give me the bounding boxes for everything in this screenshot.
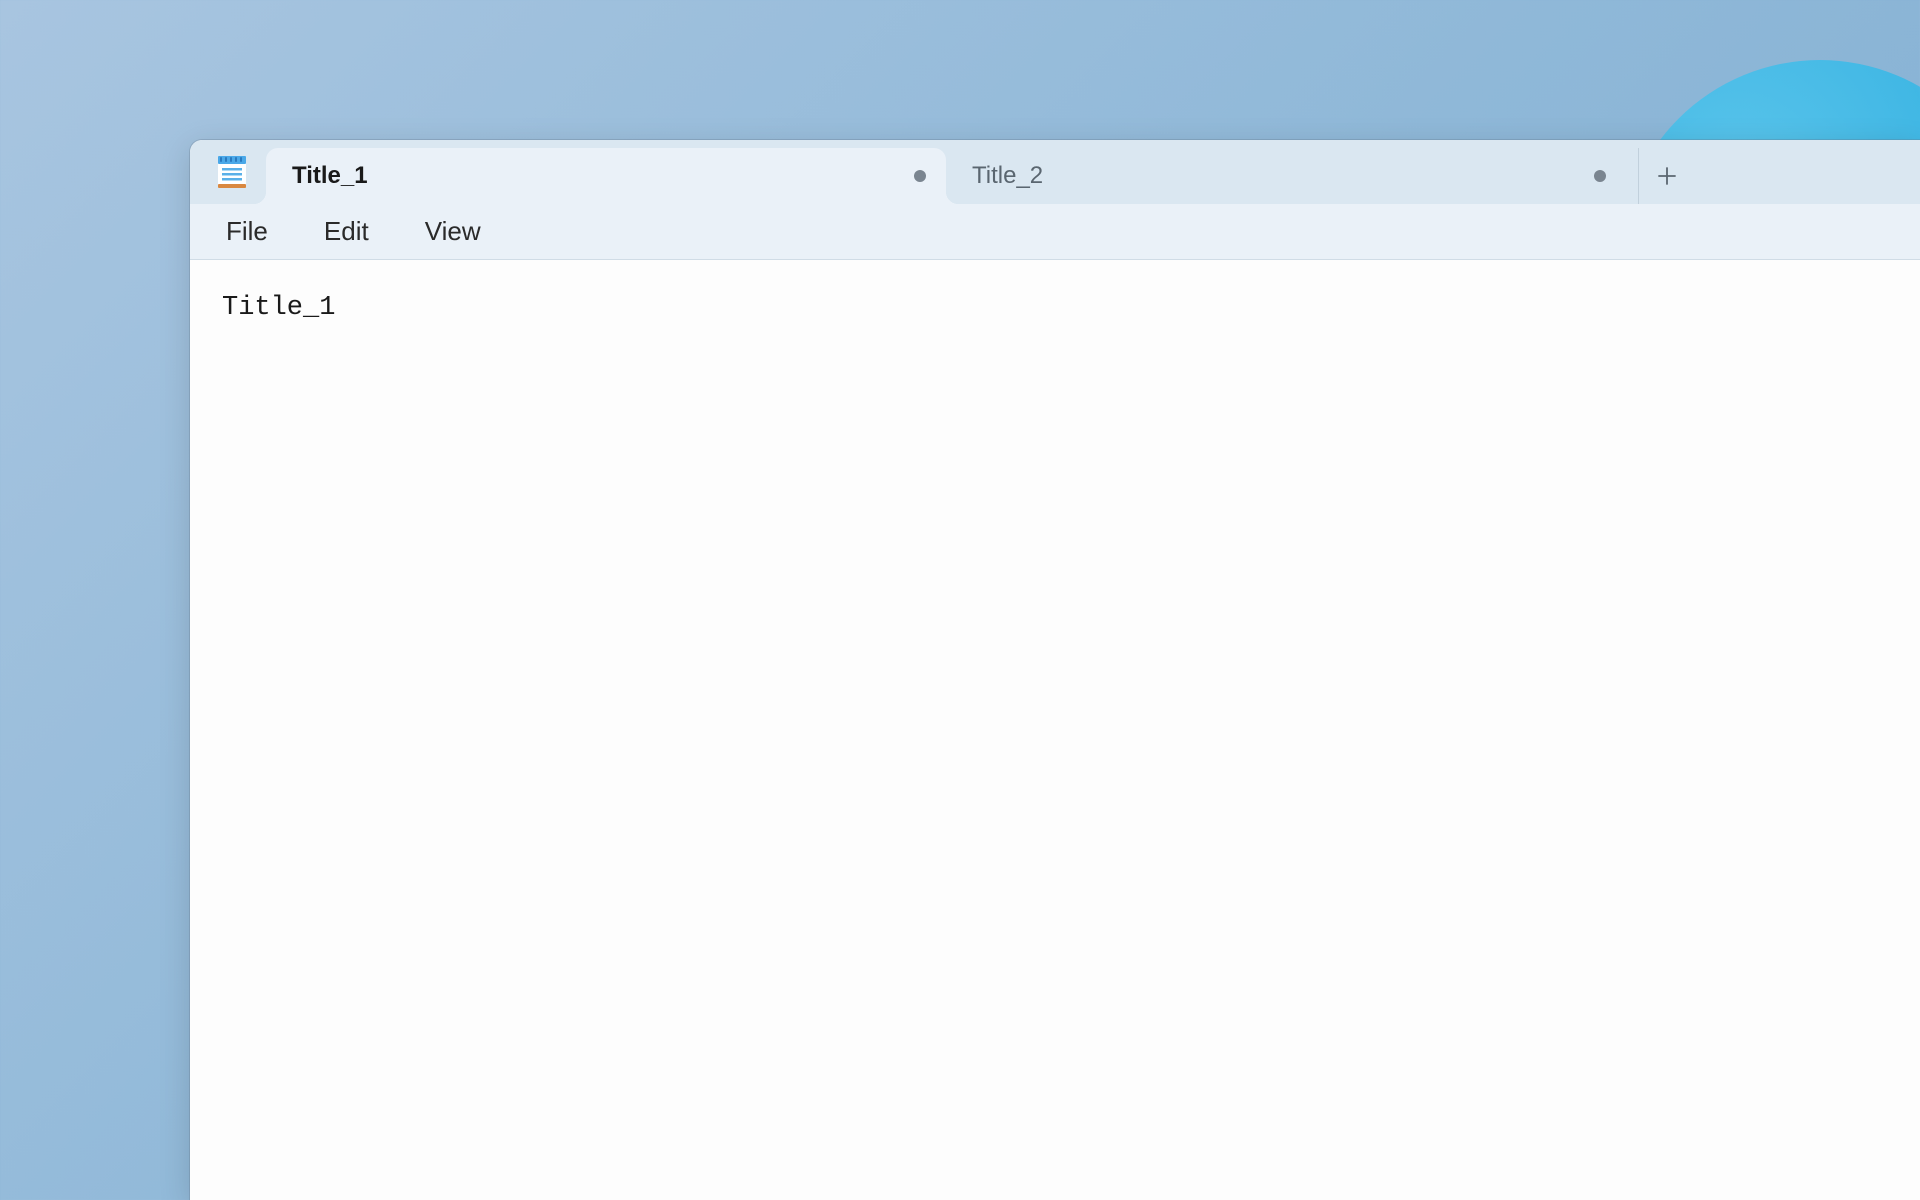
tab-2[interactable]: Title_2	[946, 148, 1626, 204]
tab-1[interactable]: Title_1	[266, 148, 946, 204]
menu-view[interactable]: View	[401, 208, 505, 255]
tabs-container: Title_1 Title_2	[266, 140, 1920, 204]
tab-2-modified-indicator[interactable]	[1594, 170, 1606, 182]
tab-2-label: Title_2	[972, 162, 1578, 190]
notepad-icon	[214, 154, 250, 190]
menu-edit[interactable]: Edit	[300, 208, 393, 255]
tab-1-label: Title_1	[292, 162, 898, 190]
tab-1-modified-indicator[interactable]	[914, 170, 926, 182]
notepad-window: Title_1 Title_2 File Edit View Title_1	[190, 140, 1920, 1200]
titlebar[interactable]: Title_1 Title_2	[190, 140, 1920, 204]
editor-textarea[interactable]: Title_1	[190, 260, 1920, 1200]
menubar: File Edit View	[190, 204, 1920, 260]
plus-icon	[1657, 166, 1677, 186]
new-tab-button[interactable]	[1638, 148, 1694, 204]
menu-file[interactable]: File	[202, 208, 292, 255]
